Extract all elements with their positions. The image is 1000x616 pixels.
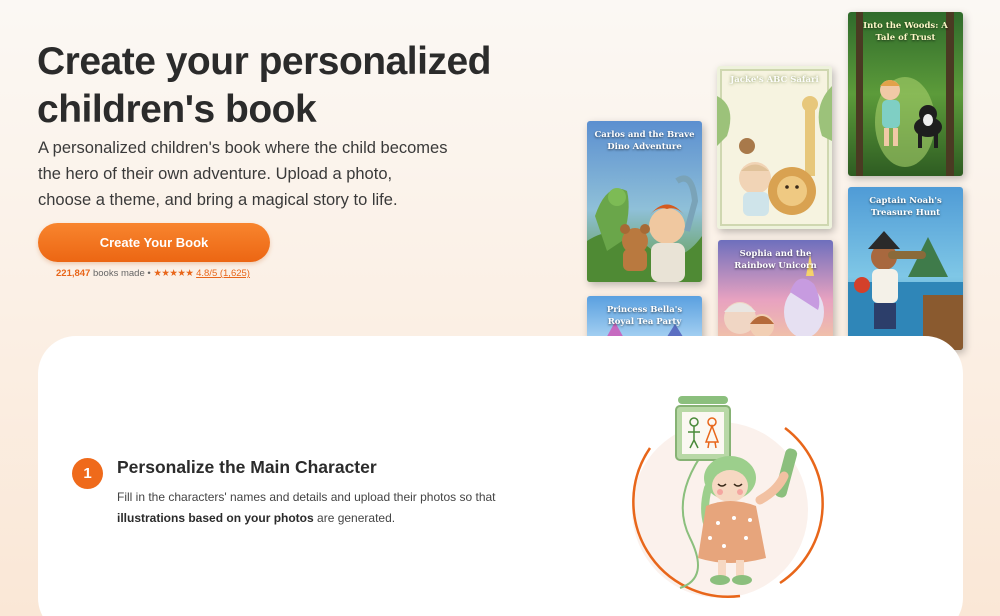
book-cover-sophia: Sophia and the Rainbow Unicorn	[718, 240, 833, 340]
book-cover-bella: Princess Bella's Royal Tea Party	[587, 296, 702, 340]
create-your-book-button[interactable]: Create Your Book	[38, 223, 270, 262]
hero-subtitle: A personalized children's book where the…	[38, 139, 448, 209]
girl-with-drawing-illustration	[632, 396, 824, 598]
book-title: Carlos and the Brave Dino Adventure	[594, 130, 695, 152]
hero-title: Create your personalized children's book	[37, 40, 491, 131]
book-illustration	[717, 66, 832, 229]
step-description: Fill in the characters' names and detail…	[117, 487, 497, 529]
book-cover-woods: Into the Woods: A Tale of Trust	[848, 12, 963, 176]
book-cover-carlos: Carlos and the Brave Dino Adventure	[587, 121, 702, 282]
book-title: Jacke's ABC Safari	[730, 75, 819, 85]
step-description-text: Fill in the characters' names and detail…	[117, 490, 496, 504]
step-title: Personalize the Main Character	[117, 457, 377, 477]
book-title: Into the Woods: A Tale of Trust	[863, 21, 948, 43]
rating-link[interactable]: 4.8/5 (1,625)	[196, 268, 250, 279]
social-proof: 221,847 books made • ★★★★★ 4.8/5 (1,625)	[56, 268, 250, 279]
separator: •	[147, 268, 151, 279]
books-count: 221,847	[56, 268, 91, 279]
step-description-end: are generated.	[313, 511, 396, 525]
step-number-badge: 1	[72, 458, 103, 489]
step-description-bold: illustrations based on your photos	[117, 511, 314, 525]
book-cover-jacke: Jacke's ABC Safari	[717, 66, 832, 229]
rating-stars-icon: ★★★★★	[153, 268, 194, 279]
book-title: Sophia and the Rainbow Unicorn	[734, 249, 817, 271]
book-title: Princess Bella's Royal Tea Party	[606, 305, 683, 327]
book-title: Captain Noah's Treasure Hunt	[869, 196, 942, 218]
book-cover-noah: Captain Noah's Treasure Hunt	[848, 187, 963, 350]
books-count-suffix: books made	[92, 268, 145, 279]
